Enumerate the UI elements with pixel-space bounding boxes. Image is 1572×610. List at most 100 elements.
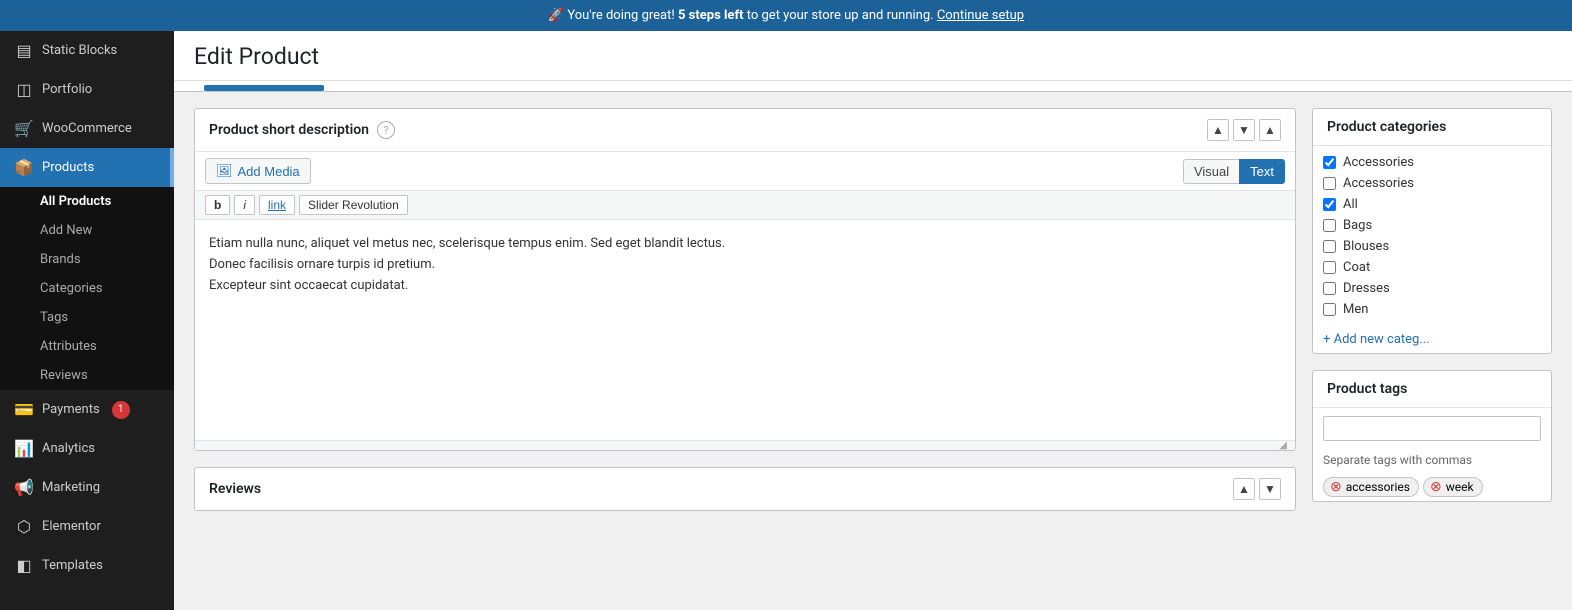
content-area: Edit Product Product short description ? (174, 31, 1572, 610)
sidebar-item-label: WooCommerce (42, 121, 132, 136)
category-checkbox-accessories-1[interactable] (1323, 156, 1336, 169)
card-header-left: Product short description ? (209, 121, 395, 139)
sidebar-item-products[interactable]: 📦 Products (0, 148, 174, 187)
help-icon[interactable]: ? (377, 121, 395, 139)
sidebar-item-marketing[interactable]: 📢 Marketing (0, 468, 174, 507)
sidebar: ▤ Static Blocks ◫ Portfolio 🛒 WooCommerc… (0, 31, 174, 610)
category-checkbox-coat[interactable] (1323, 261, 1336, 274)
marketing-icon: 📢 (14, 478, 34, 497)
sidebar-item-label: Elementor (42, 519, 101, 534)
slider-revolution-btn[interactable]: Slider Revolution (299, 195, 408, 215)
add-media-label: Add Media (238, 164, 300, 179)
category-accessories-2[interactable]: Accessories (1323, 173, 1541, 194)
collapse-up-btn[interactable]: ▲ (1207, 119, 1229, 141)
category-dresses[interactable]: Dresses (1323, 278, 1541, 299)
static-blocks-icon: ▤ (14, 41, 34, 60)
sidebar-item-payments[interactable]: 💳 Payments 1 (0, 390, 174, 429)
category-all[interactable]: All (1323, 194, 1541, 215)
elementor-icon: ⬡ (14, 517, 34, 536)
tags-title: Product tags (1313, 371, 1551, 408)
category-accessories-1[interactable]: Accessories (1323, 152, 1541, 173)
sidebar-item-analytics[interactable]: 📊 Analytics (0, 429, 174, 468)
editor-toolbar: 🖼 Add Media Visual Text (195, 152, 1295, 191)
sidebar-subitem-attributes[interactable]: Attributes (0, 332, 174, 361)
editor-content-area[interactable]: Etiam nulla nunc, aliquet vel metus nec,… (195, 220, 1295, 440)
banner-text-suffix: to get your store up and running. (747, 8, 934, 23)
banner-continue-link[interactable]: Continue setup (937, 8, 1024, 23)
tags-input[interactable] (1323, 416, 1541, 441)
sidebar-item-elementor[interactable]: ⬡ Elementor (0, 507, 174, 546)
link-btn[interactable]: link (259, 195, 295, 215)
remove-accessories-tag[interactable]: ⊗ (1330, 480, 1342, 494)
category-checkbox-dresses[interactable] (1323, 282, 1336, 295)
sidebar-item-templates[interactable]: ◧ Templates (0, 546, 174, 585)
collapse-down-btn[interactable]: ▼ (1233, 119, 1255, 141)
category-checkbox-men[interactable] (1323, 303, 1336, 316)
sidebar-subitem-categories[interactable]: Categories (0, 274, 174, 303)
short-description-title: Product short description (209, 122, 369, 138)
category-bags[interactable]: Bags (1323, 215, 1541, 236)
category-men[interactable]: Men (1323, 299, 1541, 320)
sidebar-item-label: Payments (42, 402, 100, 417)
analytics-icon: 📊 (14, 439, 34, 458)
content-line-3: Excepteur sint occaecat cupidatat. (209, 276, 1281, 297)
category-checkbox-bags[interactable] (1323, 219, 1336, 232)
card-controls: ▲ ▼ ▲ (1207, 119, 1281, 141)
categories-title: Product categories (1313, 109, 1551, 146)
category-label: All (1343, 197, 1358, 212)
category-label: Coat (1343, 260, 1370, 275)
category-coat[interactable]: Coat (1323, 257, 1541, 278)
sidebar-item-label: Templates (42, 558, 103, 573)
content-line-1: Etiam nulla nunc, aliquet vel metus nec,… (209, 234, 1281, 255)
sidebar-item-portfolio[interactable]: ◫ Portfolio (0, 70, 174, 109)
tag-chip-week: ⊗ week (1423, 477, 1483, 497)
payments-icon: 💳 (14, 400, 34, 419)
short-description-header: Product short description ? ▲ ▼ ▲ (195, 109, 1295, 152)
remove-week-tag[interactable]: ⊗ (1430, 480, 1442, 494)
text-tab-btn[interactable]: Text (1239, 159, 1285, 184)
reviews-section: Reviews ▲ ▼ (194, 467, 1296, 511)
tab-strip (174, 81, 1572, 92)
sidebar-item-woocommerce[interactable]: 🛒 WooCommerce (0, 109, 174, 148)
format-toolbar: b i link Slider Revolution (195, 191, 1295, 220)
tags-input-area (1313, 408, 1551, 449)
category-label: Dresses (1343, 281, 1390, 296)
content-line-2: Donec facilisis ornare turpis id pretium… (209, 255, 1281, 276)
toolbar-left: 🖼 Add Media (205, 158, 311, 184)
add-new-category-link[interactable]: + Add new categ... (1313, 326, 1551, 353)
category-label: Men (1343, 302, 1368, 317)
reviews-up-btn[interactable]: ▲ (1233, 478, 1255, 500)
banner-bold: 5 steps left (678, 8, 744, 23)
sidebar-item-label: Marketing (42, 480, 100, 495)
bold-btn[interactable]: b (205, 195, 230, 215)
category-checkbox-accessories-2[interactable] (1323, 177, 1336, 190)
category-label: Accessories (1343, 155, 1414, 170)
add-media-button[interactable]: 🖼 Add Media (205, 158, 311, 184)
setup-banner: 🚀 You're doing great! 5 steps left to ge… (0, 0, 1572, 31)
categories-list: Accessories Accessories All Bags (1313, 146, 1551, 326)
reviews-down-btn[interactable]: ▼ (1259, 478, 1281, 500)
italic-btn[interactable]: i (234, 195, 255, 215)
content-body: Product short description ? ▲ ▼ ▲ (174, 92, 1572, 534)
sidebar-subitem-brands[interactable]: Brands (0, 245, 174, 274)
sidebar-subitem-all-products[interactable]: All Products (0, 187, 174, 216)
product-categories-card: Product categories Accessories Accessori… (1312, 108, 1552, 354)
sidebar-subitem-tags[interactable]: Tags (0, 303, 174, 332)
sidebar-item-static-blocks[interactable]: ▤ Static Blocks (0, 31, 174, 70)
sidebar-subitem-reviews[interactable]: Reviews (0, 361, 174, 390)
expand-btn[interactable]: ▲ (1259, 119, 1281, 141)
sidebar-subitem-add-new[interactable]: Add New (0, 216, 174, 245)
editor-resize-handle[interactable]: ◢ (195, 440, 1295, 450)
products-icon: 📦 (14, 158, 34, 177)
page-title: Edit Product (194, 43, 1552, 70)
category-label: Accessories (1343, 176, 1414, 191)
category-checkbox-blouses[interactable] (1323, 240, 1336, 253)
visual-tab-btn[interactable]: Visual (1183, 159, 1240, 184)
portfolio-icon: ◫ (14, 80, 34, 99)
category-checkbox-all[interactable] (1323, 198, 1336, 211)
category-blouses[interactable]: Blouses (1323, 236, 1541, 257)
tags-hint: Separate tags with commas (1313, 449, 1551, 473)
product-tags-card: Product tags Separate tags with commas ⊗… (1312, 370, 1552, 502)
products-submenu: All Products Add New Brands Categories T… (0, 187, 174, 390)
tag-label: week (1446, 480, 1474, 494)
